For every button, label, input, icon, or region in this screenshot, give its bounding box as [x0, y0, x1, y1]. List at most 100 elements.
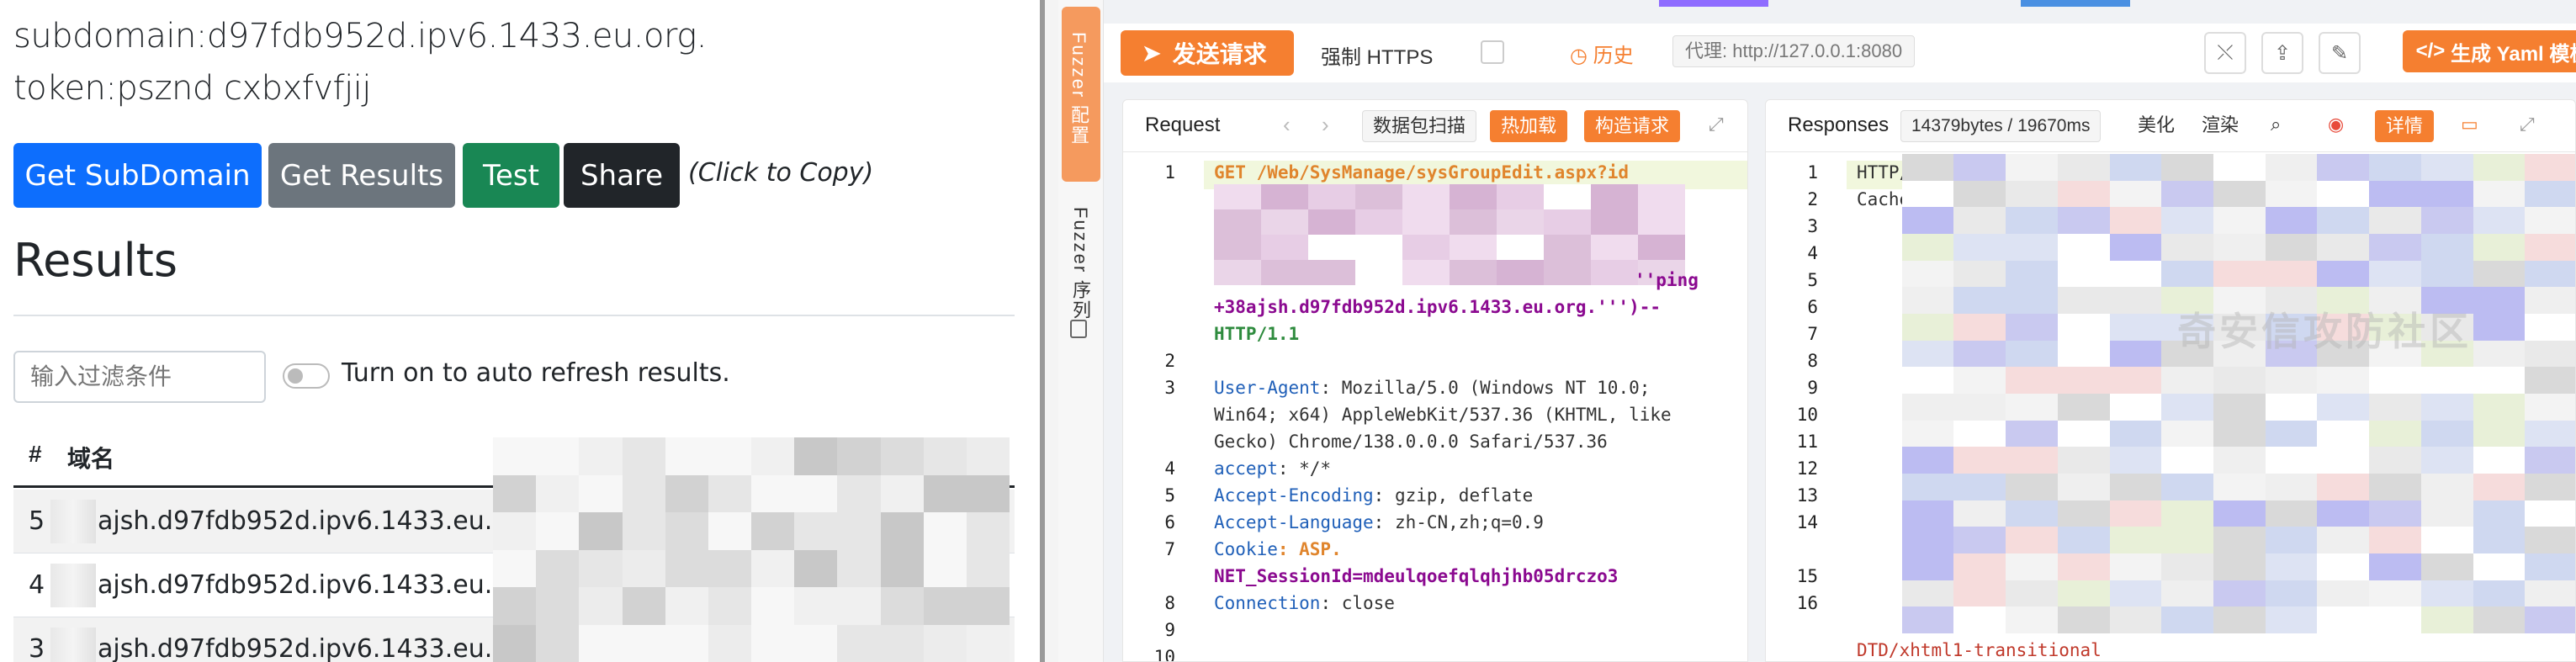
mosaic-cell	[2213, 154, 2266, 181]
mosaic-cell	[2161, 393, 2213, 421]
mosaic-cell	[536, 624, 580, 662]
mosaic-cell	[1953, 207, 2006, 234]
build-request-button[interactable]: 构造请求	[1584, 110, 1681, 142]
mosaic-cell	[2525, 580, 2575, 607]
render-button[interactable]: 渲染	[2192, 110, 2249, 142]
history-button[interactable]: ◷ 历史	[1570, 39, 1634, 68]
mosaic-cell	[708, 624, 751, 662]
tab-fuzzer-config[interactable]: Fuzzer 配置	[1062, 7, 1100, 182]
mosaic-cell	[2057, 500, 2110, 527]
header-key: Accept-Language	[1214, 512, 1374, 532]
mosaic-cell	[2473, 500, 2526, 527]
mosaic-cell	[622, 587, 665, 625]
mosaic-cell	[2317, 420, 2370, 448]
mosaic-cell	[665, 549, 708, 587]
packet-scan-button[interactable]: 数据包扫描	[1362, 110, 1477, 142]
request-editor[interactable]: 1 GET /Web/SysManage/sysGroupEdit.aspx?i…	[1123, 154, 1747, 661]
mosaic-cell	[1850, 474, 1902, 500]
mosaic-cell	[2525, 473, 2575, 500]
mosaic-cell	[2057, 287, 2110, 314]
response-title: Responses	[1788, 114, 1890, 136]
mosaic-cell	[2525, 393, 2575, 421]
mosaic-cell	[1450, 260, 1497, 285]
token-text[interactable]: token:psznd cxbxfvfjij	[13, 69, 371, 108]
header-value: : */*	[1277, 458, 1332, 479]
generate-yaml-button[interactable]: </> 生成 Yaml 模板	[2403, 30, 2576, 72]
test-button[interactable]: Test	[463, 143, 559, 208]
mosaic-cell	[2006, 260, 2058, 288]
expand-icon[interactable]: ⤢	[2520, 114, 2535, 135]
mosaic-cell	[2369, 447, 2421, 474]
mosaic-cell	[1953, 473, 2006, 500]
mosaic-cell	[2473, 233, 2526, 261]
window-divider[interactable]	[1040, 0, 1058, 662]
auto-refresh-toggle[interactable]	[283, 363, 330, 389]
mosaic-cell	[923, 587, 967, 625]
search-icon[interactable]: ⌕	[2271, 114, 2281, 135]
comment-icon[interactable]: ▭	[2461, 114, 2478, 135]
lock-icon[interactable]	[1070, 320, 1087, 338]
mosaic-cell	[1450, 235, 1497, 260]
mosaic-cell	[923, 437, 967, 475]
filter-input[interactable]	[13, 351, 266, 403]
share-button[interactable]: Share	[564, 143, 680, 208]
hot-reload-button[interactable]: 热加载	[1490, 110, 1568, 142]
expand-icon[interactable]: ⤢	[1709, 114, 1724, 135]
mosaic-cell	[2006, 207, 2058, 234]
mosaic-cell	[2006, 180, 2058, 208]
mosaic-cell	[966, 512, 1010, 550]
chevron-right-icon[interactable]: ›	[1322, 112, 1329, 138]
mosaic-cell	[2109, 447, 2162, 474]
mosaic-cell	[1901, 367, 1954, 394]
mosaic-cell	[1953, 606, 2006, 633]
mosaic-cell	[1901, 473, 1954, 500]
dtd-line: DTD/xhtml1-transitional	[1857, 640, 2102, 660]
get-subdomain-button[interactable]: Get SubDomain	[13, 143, 262, 208]
edit-icon[interactable]: ✎	[2319, 32, 2361, 74]
mosaic-cell	[1214, 235, 1261, 260]
redacted-prefix	[50, 564, 96, 607]
mosaic-cell	[2317, 367, 2370, 394]
mosaic-cell	[2057, 233, 2110, 261]
beautify-button[interactable]: 美化	[2128, 110, 2185, 142]
mosaic-cell	[2109, 553, 2162, 580]
mosaic-cell	[2057, 393, 2110, 421]
detail-button[interactable]: 详情	[2375, 110, 2435, 142]
yakit-web-fuzzer: Fuzzer 配置 Fuzzer 序列 ➤ 发送请求 强制 HTTPS ◷ 历史 …	[1058, 0, 2576, 662]
mosaic-cell	[2213, 553, 2266, 580]
mosaic-cell	[579, 474, 623, 512]
send-request-button[interactable]: ➤ 发送请求	[1121, 30, 1294, 76]
mosaic-cell	[1850, 207, 1902, 234]
mosaic-cell	[1214, 260, 1261, 285]
header-key: Connection	[1214, 593, 1321, 613]
chevron-left-icon[interactable]: ‹	[1283, 112, 1291, 138]
mosaic-cell	[794, 587, 838, 625]
mosaic-cell	[1901, 393, 1954, 421]
mosaic-cell	[2006, 606, 2058, 633]
header-value: : Mozilla/5.0 (Windows NT 10.0;	[1320, 378, 1651, 398]
mosaic-cell	[1497, 235, 1544, 260]
mosaic-cell	[923, 512, 967, 550]
mosaic-cell	[794, 474, 838, 512]
mosaic-cell	[2473, 154, 2526, 181]
mosaic-cell	[1850, 421, 1902, 448]
mosaic-cell	[2057, 180, 2110, 208]
mosaic-cell	[1953, 447, 2006, 474]
mosaic-cell	[2057, 606, 2110, 633]
mosaic-cell	[2213, 473, 2266, 500]
mosaic-cell	[966, 437, 1010, 475]
export-icon[interactable]: ⇪	[2261, 32, 2303, 74]
mosaic-cell	[2369, 393, 2421, 421]
subdomain-text[interactable]: subdomain:d97fdb952d.ipv6.1433.eu.org.	[13, 17, 707, 56]
header-key: Accept-Encoding	[1214, 485, 1374, 506]
results-heading: Results	[13, 234, 178, 287]
mosaic-cell	[2161, 154, 2213, 181]
proxy-field[interactable]: 代理: http://127.0.0.1:8080	[1672, 35, 1916, 67]
get-results-button[interactable]: Get Results	[268, 143, 455, 208]
chrome-icon[interactable]: ◉	[2328, 114, 2344, 135]
mosaic-cell	[2317, 180, 2370, 208]
force-https-checkbox[interactable]	[1481, 40, 1504, 64]
mosaic-cell	[1901, 207, 1954, 234]
response-viewer[interactable]: 1 HTTP/1.1 200 OK 2 Cache-Control: no-ca…	[1766, 154, 2575, 661]
share-icon[interactable]: ⤬	[2204, 32, 2246, 74]
